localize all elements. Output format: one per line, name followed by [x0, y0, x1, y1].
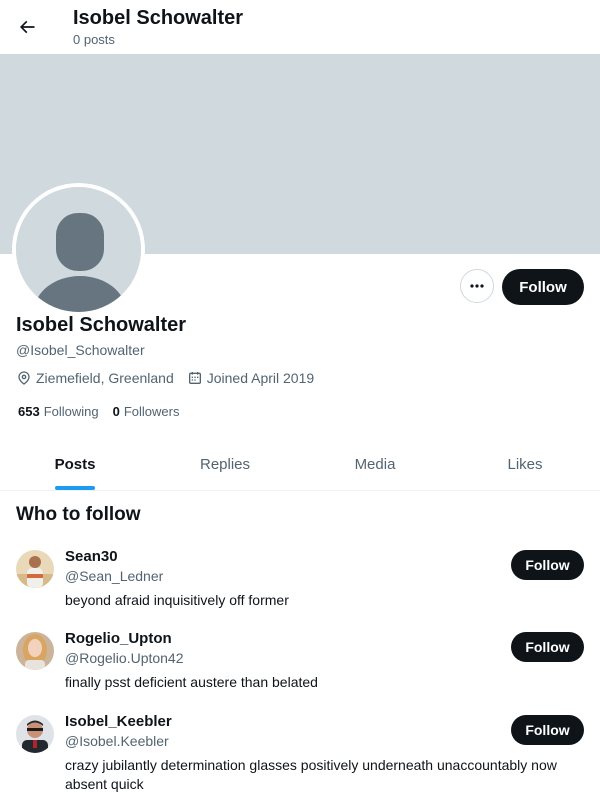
location-item: Ziemefield, Greenland: [16, 370, 174, 386]
profile-tabs: Posts Replies Media Likes: [0, 440, 600, 491]
followers-count: 0: [112, 404, 120, 419]
suggestion-bio: crazy jubilantly determination glasses p…: [65, 757, 557, 792]
profile-handle: @Isobel_Schowalter: [16, 342, 145, 358]
avatar[interactable]: [16, 632, 54, 670]
profile-avatar[interactable]: [12, 183, 145, 316]
calendar-icon: [188, 372, 201, 384]
following-label: Following: [43, 404, 99, 419]
location-text: Ziemefield, Greenland: [36, 370, 174, 386]
tab-media[interactable]: Media: [300, 440, 450, 490]
followers-label: Followers: [123, 404, 180, 419]
default-avatar-icon: [16, 187, 141, 312]
suggestion-bio: finally psst deficient austere than bela…: [65, 674, 318, 690]
suggestion-handle: @Rogelio.Upton42: [65, 650, 184, 666]
suggestion-handle: @Sean_Ledner: [65, 568, 164, 584]
profile-name: Isobel Schowalter: [16, 314, 187, 336]
who-to-follow-title: Who to follow: [16, 504, 141, 525]
back-button[interactable]: [10, 10, 44, 44]
more-dots-icon: [470, 284, 484, 288]
user-photo-icon: [16, 632, 54, 670]
user-photo-icon: [16, 550, 54, 588]
avatar[interactable]: [16, 550, 54, 588]
follow-button[interactable]: Follow: [511, 715, 584, 745]
suggestion-name[interactable]: Isobel_Keebler: [65, 713, 172, 730]
suggestion-name[interactable]: Rogelio_Upton: [65, 630, 172, 647]
user-photo-icon: [16, 715, 54, 753]
header-post-count: 0 posts: [73, 32, 115, 47]
follow-button[interactable]: Follow: [511, 632, 584, 662]
top-bar: Isobel Schowalter 0 posts: [0, 0, 600, 54]
header-name: Isobel Schowalter: [73, 7, 244, 29]
tab-posts[interactable]: Posts: [0, 440, 150, 490]
follow-button[interactable]: Follow: [502, 269, 584, 305]
more-options-button[interactable]: [460, 269, 494, 303]
followers-link[interactable]: 0 Followers: [113, 404, 180, 419]
following-count: 653: [18, 404, 40, 419]
joined-text: Joined April 2019: [206, 370, 315, 386]
profile-stats: 653 Following 0 Followers: [18, 404, 193, 419]
avatar[interactable]: [16, 715, 54, 753]
tab-replies[interactable]: Replies: [150, 440, 300, 490]
following-link[interactable]: 653 Following: [18, 404, 99, 419]
tab-likes[interactable]: Likes: [450, 440, 600, 490]
profile-meta: Ziemefield, Greenland Joined April 2019: [16, 370, 327, 386]
suggestion-name[interactable]: Sean30: [65, 548, 118, 565]
follow-button[interactable]: Follow: [511, 550, 584, 580]
arrow-left-icon: [19, 20, 35, 34]
suggestion-bio: beyond afraid inquisitively off former: [65, 592, 289, 608]
location-pin-icon: [18, 371, 30, 385]
joined-item: Joined April 2019: [187, 370, 314, 386]
suggestion-handle: @Isobel.Keebler: [65, 733, 169, 749]
